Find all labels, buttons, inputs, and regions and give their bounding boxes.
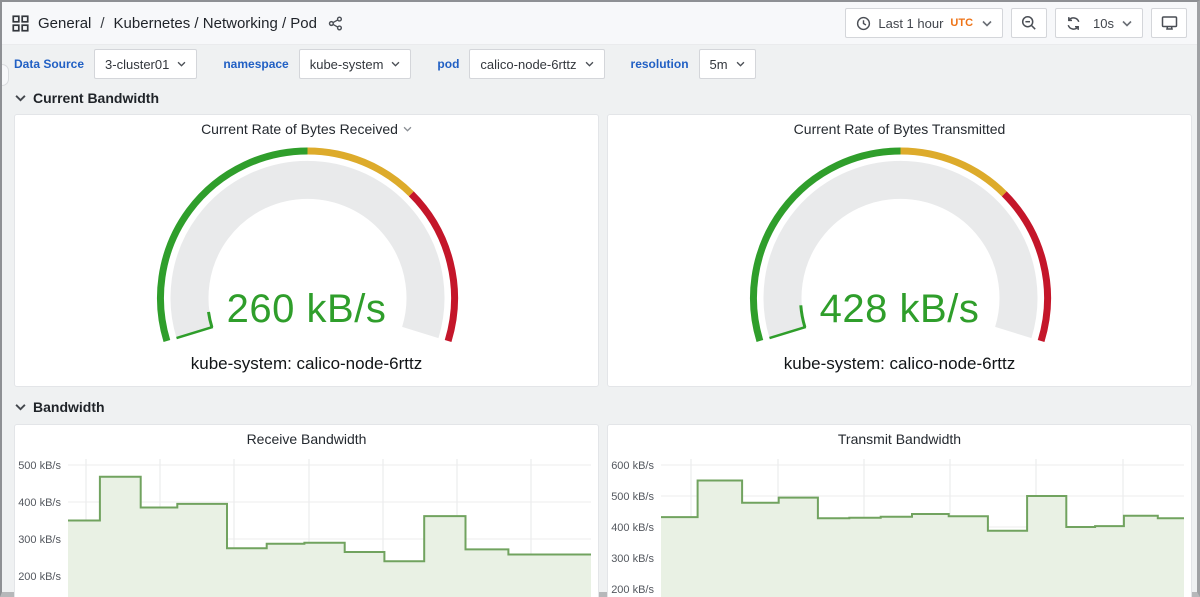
chevron-down-icon — [15, 94, 26, 102]
pod-value: calico-node-6rttz — [480, 57, 576, 72]
variable-pod: pod calico-node-6rttz — [437, 49, 604, 79]
svg-text:400 kB/s: 400 kB/s — [611, 522, 654, 534]
variable-label: pod — [437, 57, 459, 71]
zoom-out-icon — [1021, 15, 1037, 31]
dashboard-header: General / Kubernetes / Networking / Pod … — [2, 2, 1197, 45]
svg-text:600 kB/s: 600 kB/s — [611, 460, 654, 472]
resolution-value: 5m — [710, 57, 728, 72]
header-controls: Last 1 hour UTC 1 — [845, 8, 1187, 38]
panel-title-text: Current Rate of Bytes Transmitted — [794, 121, 1006, 137]
namespace-value: kube-system — [310, 57, 384, 72]
chevron-down-icon — [177, 61, 186, 67]
panel-title[interactable]: Current Rate of Bytes Transmitted — [608, 115, 1191, 142]
row-current-bandwidth[interactable]: Current Bandwidth — [15, 90, 159, 106]
panel-transmit-bandwidth: Transmit Bandwidth 600 kB/s 500 kB/s 400 k… — [607, 424, 1192, 597]
clock-icon — [856, 16, 871, 31]
template-variables-bar: Data Source 3-cluster01 namespace kube-s… — [14, 49, 756, 79]
variable-resolution: resolution 5m — [631, 49, 756, 79]
zoom-out-button[interactable] — [1011, 8, 1047, 38]
panel-title[interactable]: Transmit Bandwidth — [608, 425, 1191, 452]
section-title: Bandwidth — [33, 399, 105, 415]
variable-datasource: Data Source 3-cluster01 — [14, 49, 197, 79]
panel-title-text: Current Rate of Bytes Received — [201, 121, 398, 137]
refresh-interval-label: 10s — [1093, 16, 1114, 31]
panel-receive-bandwidth: Receive Bandwidth 500 kB/s 400 kB/s 300 kB… — [14, 424, 599, 597]
svg-text:200 kB/s: 200 kB/s — [611, 584, 654, 596]
chevron-down-icon — [585, 61, 594, 67]
breadcrumb-folder[interactable]: General — [38, 15, 91, 32]
transmit-bandwidth-chart: 600 kB/s 500 kB/s 400 kB/s 300 kB/s 200 kB/s — [609, 451, 1192, 597]
panel-rate-bytes-received: Current Rate of Bytes Received 260 kB/s … — [14, 114, 599, 387]
panel-rate-bytes-transmitted: Current Rate of Bytes Transmitted 428 kB… — [607, 114, 1192, 387]
variable-label: namespace — [223, 57, 288, 71]
svg-text:500 kB/s: 500 kB/s — [611, 491, 654, 503]
svg-text:500 kB/s: 500 kB/s — [18, 460, 61, 472]
refresh-icon — [1066, 16, 1081, 31]
section-title: Current Bandwidth — [33, 90, 159, 106]
breadcrumb-dashboard-title[interactable]: Kubernetes / Networking / Pod — [114, 15, 317, 32]
panel-title-text: Transmit Bandwidth — [838, 431, 961, 447]
panel-menu-caret-icon[interactable] — [403, 126, 412, 132]
chevron-down-icon — [391, 61, 400, 67]
monitor-icon — [1161, 15, 1178, 31]
gauge-value: 428 kB/s — [608, 287, 1191, 332]
kiosk-mode-button[interactable] — [1151, 8, 1187, 38]
chevron-down-icon — [982, 20, 992, 27]
gauge-value: 260 kB/s — [15, 287, 598, 332]
row-bandwidth[interactable]: Bandwidth — [15, 399, 105, 415]
pod-select[interactable]: calico-node-6rttz — [469, 49, 604, 79]
variable-namespace: namespace kube-system — [223, 49, 411, 79]
receive-bandwidth-chart: 500 kB/s 400 kB/s 300 kB/s 200 kB/s — [16, 451, 599, 597]
svg-text:200 kB/s: 200 kB/s — [18, 571, 61, 583]
refresh-interval-picker[interactable]: 10s — [1093, 16, 1132, 31]
variable-label: resolution — [631, 57, 689, 71]
time-picker-button[interactable]: Last 1 hour UTC — [845, 8, 1003, 38]
chevron-down-icon — [15, 403, 26, 411]
time-range-label: Last 1 hour — [878, 16, 943, 31]
svg-text:300 kB/s: 300 kB/s — [18, 534, 61, 546]
breadcrumb: General / Kubernetes / Networking / Pod — [12, 15, 343, 32]
panel-title-text: Receive Bandwidth — [247, 431, 367, 447]
svg-text:400 kB/s: 400 kB/s — [18, 497, 61, 509]
chevron-down-icon — [736, 61, 745, 67]
breadcrumb-separator: / — [100, 15, 104, 32]
namespace-select[interactable]: kube-system — [299, 49, 412, 79]
gauge-series-label: kube-system: calico-node-6rttz — [608, 354, 1191, 374]
resolution-select[interactable]: 5m — [699, 49, 756, 79]
chevron-down-icon — [1122, 20, 1132, 27]
dashboards-grid-icon[interactable] — [12, 15, 29, 32]
sidebar-toggle-handle[interactable] — [2, 64, 9, 86]
panel-title[interactable]: Current Rate of Bytes Received — [15, 115, 598, 142]
refresh-button-group[interactable]: 10s — [1055, 8, 1143, 38]
gauge-series-label: kube-system: calico-node-6rttz — [15, 354, 598, 374]
datasource-value: 3-cluster01 — [105, 57, 169, 72]
timezone-label: UTC — [950, 17, 973, 29]
share-icon[interactable] — [328, 16, 343, 31]
variable-label: Data Source — [14, 57, 84, 71]
panel-title[interactable]: Receive Bandwidth — [15, 425, 598, 452]
datasource-select[interactable]: 3-cluster01 — [94, 49, 197, 79]
svg-text:300 kB/s: 300 kB/s — [611, 553, 654, 565]
